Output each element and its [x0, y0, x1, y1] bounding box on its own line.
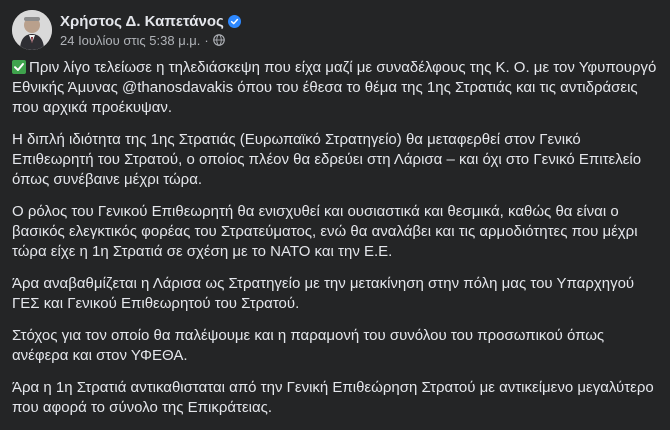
post-paragraph: Άρα η 1η Στρατιά αντικαθισταται από την …	[12, 379, 654, 416]
author-meta: Χρήστος Δ. Καπετάνος 24 Ιουλίου στις 5:3…	[60, 11, 241, 49]
post-paragraph: Στόχος για τον οποίο θα παλέψουμε και η …	[12, 327, 605, 364]
globe-icon[interactable]	[212, 34, 225, 46]
facebook-post: Χρήστος Δ. Καπετάνος 24 Ιουλίου στις 5:3…	[0, 0, 670, 416]
check-mark-emoji-icon	[12, 60, 26, 74]
post-paragraph: Η διπλή ιδιότητα της 1ης Στρατιάς (Ευρωπ…	[12, 131, 642, 188]
post-paragraph: Ο ρόλος του Γενικού Επιθεωρητή θα ενισχυ…	[12, 203, 638, 260]
author-name[interactable]: Χρήστος Δ. Καπετάνος	[60, 13, 224, 30]
post-paragraph: Άρα αναβαθμίζεται η Λάρισα ως Στρατηγείο…	[12, 275, 635, 312]
post-meta-row: 24 Ιουλίου στις 5:38 μ.μ. ·	[60, 31, 241, 49]
author-avatar[interactable]	[12, 10, 52, 50]
author-name-row: Χρήστος Δ. Καπετάνος	[60, 11, 241, 31]
post-timestamp[interactable]: 24 Ιουλίου στις 5:38 μ.μ.	[60, 33, 200, 48]
post-paragraph: Πριν λίγο τελείωσε η τηλεδιάσκεψη που εί…	[12, 58, 660, 118]
verified-badge-icon	[227, 14, 241, 28]
meta-separator: ·	[204, 32, 209, 48]
post-header: Χρήστος Δ. Καπετάνος 24 Ιουλίου στις 5:3…	[12, 8, 241, 52]
post-body: Πριν λίγο τελείωσε η τηλεδιάσκεψη που εί…	[12, 58, 660, 430]
post-paragraph-text: Πριν λίγο τελείωσε η τηλεδιάσκεψη που εί…	[12, 59, 657, 116]
